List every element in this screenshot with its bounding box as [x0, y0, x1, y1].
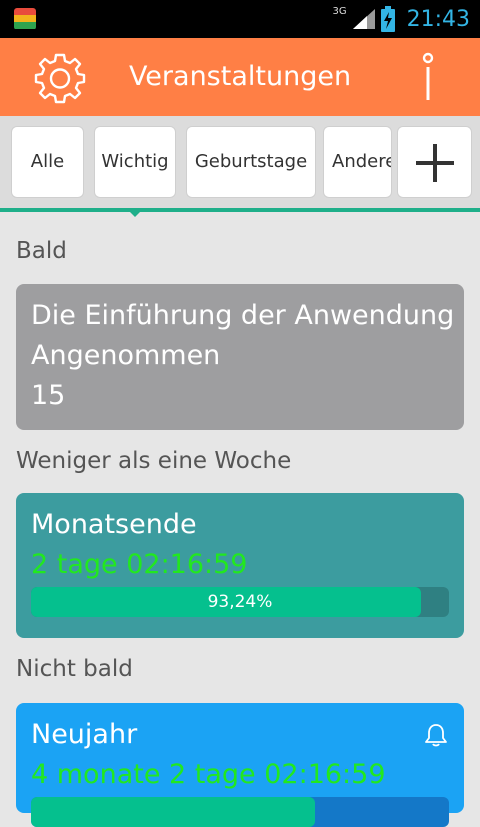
tab-wichtig[interactable]: Wichtig [94, 126, 176, 198]
signal-icon [352, 9, 375, 29]
section-label-soon: Bald [16, 238, 67, 264]
section-label-week: Weniger als eine Woche [16, 448, 292, 474]
info-icon[interactable] [415, 52, 441, 102]
event-countdown: 4 monate 2 tage 02:16:59 [31, 759, 386, 790]
tab-geburtstage[interactable]: Geburtstage [186, 126, 316, 198]
event-title: Die Einführung der Anwendung [31, 300, 455, 331]
page-title: Veranstaltungen [128, 61, 352, 92]
status-bar: 3G 21:43 [0, 0, 480, 38]
plus-icon [416, 144, 454, 182]
progress-fill [31, 797, 316, 827]
stacked-bars-icon [14, 8, 36, 30]
event-card[interactable]: Neujahr 4 monate 2 tage 02:16:59 [16, 703, 464, 827]
status-indicators: 3G 21:43 [332, 0, 470, 38]
event-countdown: 2 tage 02:16:59 [31, 549, 248, 580]
progress-label: 93,24% [207, 592, 273, 612]
app-header: Veranstaltungen [0, 38, 480, 116]
battery-icon [380, 6, 395, 32]
event-progress-bar: 93,24% [31, 587, 449, 617]
category-tabs: Alle Wichtig Geburtstage Andere [0, 116, 480, 212]
event-subtitle: Angenommen [31, 340, 221, 371]
event-card[interactable]: Monatsende 2 tage 02:16:59 93,24% [16, 493, 464, 638]
active-tab-indicator [126, 208, 144, 217]
tab-andere[interactable]: Andere [323, 126, 392, 198]
tab-alle[interactable]: Alle [11, 126, 84, 198]
event-progress-bar [31, 797, 449, 827]
add-tab-button[interactable] [397, 126, 472, 198]
bell-icon [425, 724, 447, 747]
event-value: 15 [31, 380, 66, 411]
event-card[interactable]: Die Einführung der Anwendung Angenommen … [16, 284, 464, 430]
section-label-later: Nicht bald [16, 656, 133, 682]
network-type: 3G [332, 5, 347, 17]
event-title: Neujahr [31, 719, 138, 750]
event-title: Monatsende [31, 509, 197, 540]
clock: 21:43 [406, 6, 470, 32]
